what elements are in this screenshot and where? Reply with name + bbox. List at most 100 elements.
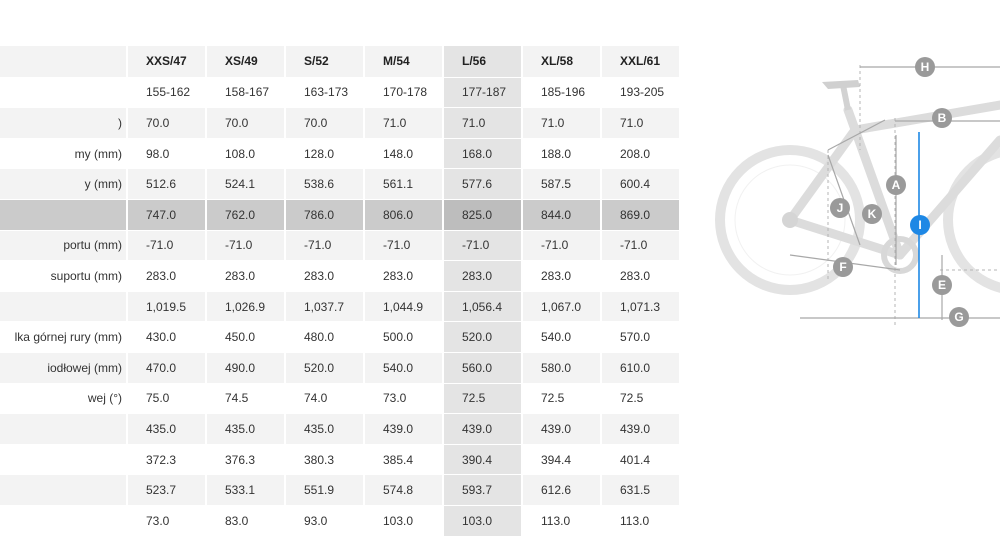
cell-s52: 551.9 [286,475,365,506]
header-size-xxs47[interactable]: XXS/47 [128,46,207,78]
svg-text:E: E [938,278,946,292]
cell-m54: 1,044.9 [365,291,444,323]
cell-xxl61: 401.4 [602,444,681,476]
svg-text:A: A [892,178,901,192]
cell-s52: 786.0 [286,199,365,231]
header-size-xl58[interactable]: XL/58 [523,46,602,78]
cell-xxl61: 208.0 [602,138,681,170]
cell-xxl61: 631.5 [602,475,681,506]
cell-m54: 385.4 [365,444,444,476]
cell-xl58: 72.5 [523,383,602,415]
table-row: y (mm) 512.6 524.1 538.6 561.1 577.6 587.5 600.… [0,169,681,200]
cell-s52: 93.0 [286,505,365,537]
cell-xl58: -71.0 [523,230,602,262]
cell-m54: 574.8 [365,475,444,506]
marker-b[interactable]: B [932,108,952,128]
marker-e[interactable]: E [932,275,952,295]
cell-xl58: 1,067.0 [523,291,602,323]
cell-xxs47: 1,019.5 [128,291,207,323]
cell-s52: -71.0 [286,230,365,262]
cell-l56: 439.0 [444,414,523,445]
cell-xxs47: 430.0 [128,322,207,353]
cell-m54: 170-178 [365,77,444,109]
marker-i[interactable]: I [910,215,930,235]
cell-xxl61: 71.0 [602,108,681,139]
cell-l56: -71.0 [444,230,523,262]
marker-f[interactable]: F [833,257,853,277]
cell-xxl61: 193-205 [602,77,681,109]
cell-xxs47: 73.0 [128,505,207,537]
header-size-s52[interactable]: S/52 [286,46,365,78]
cell-m54: 148.0 [365,138,444,170]
table-header-row: XXS/47 XS/49 S/52 M/54 L/56 XL/58 XXL/61 [0,46,681,78]
row-label [0,475,128,506]
cell-m54: 439.0 [365,414,444,445]
cell-l56: 577.6 [444,169,523,200]
table-row: 523.7 533.1 551.9 574.8 593.7 612.6 631.5 [0,475,681,506]
cell-xxl61: 1,071.3 [602,291,681,323]
marker-a[interactable]: A [886,175,906,195]
marker-g[interactable]: G [949,307,969,327]
dimension-guides [800,65,1000,325]
cell-xl58: 540.0 [523,322,602,353]
cell-l56: 177-187 [444,77,523,109]
svg-text:G: G [954,310,963,324]
cell-s52: 538.6 [286,169,365,200]
cell-xl58: 580.0 [523,352,602,384]
cell-xs49: 490.0 [207,352,286,384]
table-row: lka górnej rury (mm) 430.0 450.0 480.0 500.0… [0,322,681,353]
cell-xxl61: 283.0 [602,261,681,292]
cell-xs49: 108.0 [207,138,286,170]
marker-h[interactable]: H [915,57,935,77]
header-size-m54[interactable]: M/54 [365,46,444,78]
cell-l56: 560.0 [444,352,523,384]
table-row: 155-162 158-167 163-173 170-178 177-187 185-1… [0,77,681,109]
cell-xs49: 376.3 [207,444,286,476]
cell-s52: 70.0 [286,108,365,139]
cell-s52: 480.0 [286,322,365,353]
table-body: 155-162 158-167 163-173 170-178 177-187 185-1… [0,77,681,537]
table-row: 372.3 376.3 380.3 385.4 390.4 394.4 401.4 [0,444,681,476]
cell-xl58: 394.4 [523,444,602,476]
cell-s52: 283.0 [286,261,365,292]
header-size-l56[interactable]: L/56 [444,46,523,78]
cell-s52: 163-173 [286,77,365,109]
svg-text:K: K [868,207,877,221]
cell-xxs47: 283.0 [128,261,207,292]
header-size-xs49[interactable]: XS/49 [207,46,286,78]
table-row: 435.0 435.0 435.0 439.0 439.0 439.0 439.0 [0,414,681,445]
cell-xxs47: 75.0 [128,383,207,415]
cell-xl58: 612.6 [523,475,602,506]
cell-l56: 168.0 [444,138,523,170]
cell-s52: 74.0 [286,383,365,415]
table-row: wej (°) 75.0 74.5 74.0 73.0 72.5 72.5 72.5 [0,383,681,415]
cell-m54: 103.0 [365,505,444,537]
cell-xxs47: 98.0 [128,138,207,170]
table-row: 73.0 83.0 93.0 103.0 103.0 113.0 113.0 [0,505,681,537]
svg-text:I: I [918,218,921,232]
cell-xs49: -71.0 [207,230,286,262]
table-row: iodłowej (mm) 470.0 490.0 520.0 540.0 560.0 58… [0,352,681,384]
cell-xxl61: -71.0 [602,230,681,262]
cell-l56: 1,056.4 [444,291,523,323]
cell-xxs47: 372.3 [128,444,207,476]
cell-xxl61: 113.0 [602,505,681,537]
cell-xl58: 113.0 [523,505,602,537]
cell-xs49: 83.0 [207,505,286,537]
row-label [0,505,128,537]
geometry-table: XXS/47 XS/49 S/52 M/54 L/56 XL/58 XXL/61… [0,46,681,537]
header-size-xxl61[interactable]: XXL/61 [602,46,681,78]
marker-k[interactable]: K [862,204,882,224]
cell-xs49: 74.5 [207,383,286,415]
cell-xs49: 435.0 [207,414,286,445]
svg-text:J: J [837,201,844,215]
cell-xxs47: 512.6 [128,169,207,200]
cell-xxl61: 72.5 [602,383,681,415]
table-row: 1,019.5 1,026.9 1,037.7 1,044.9 1,056.4 1,067… [0,291,681,323]
row-label: ) [0,108,128,139]
svg-text:F: F [839,260,846,274]
cell-xl58: 844.0 [523,199,602,231]
cell-m54: 73.0 [365,383,444,415]
cell-s52: 128.0 [286,138,365,170]
marker-j[interactable]: J [830,198,850,218]
